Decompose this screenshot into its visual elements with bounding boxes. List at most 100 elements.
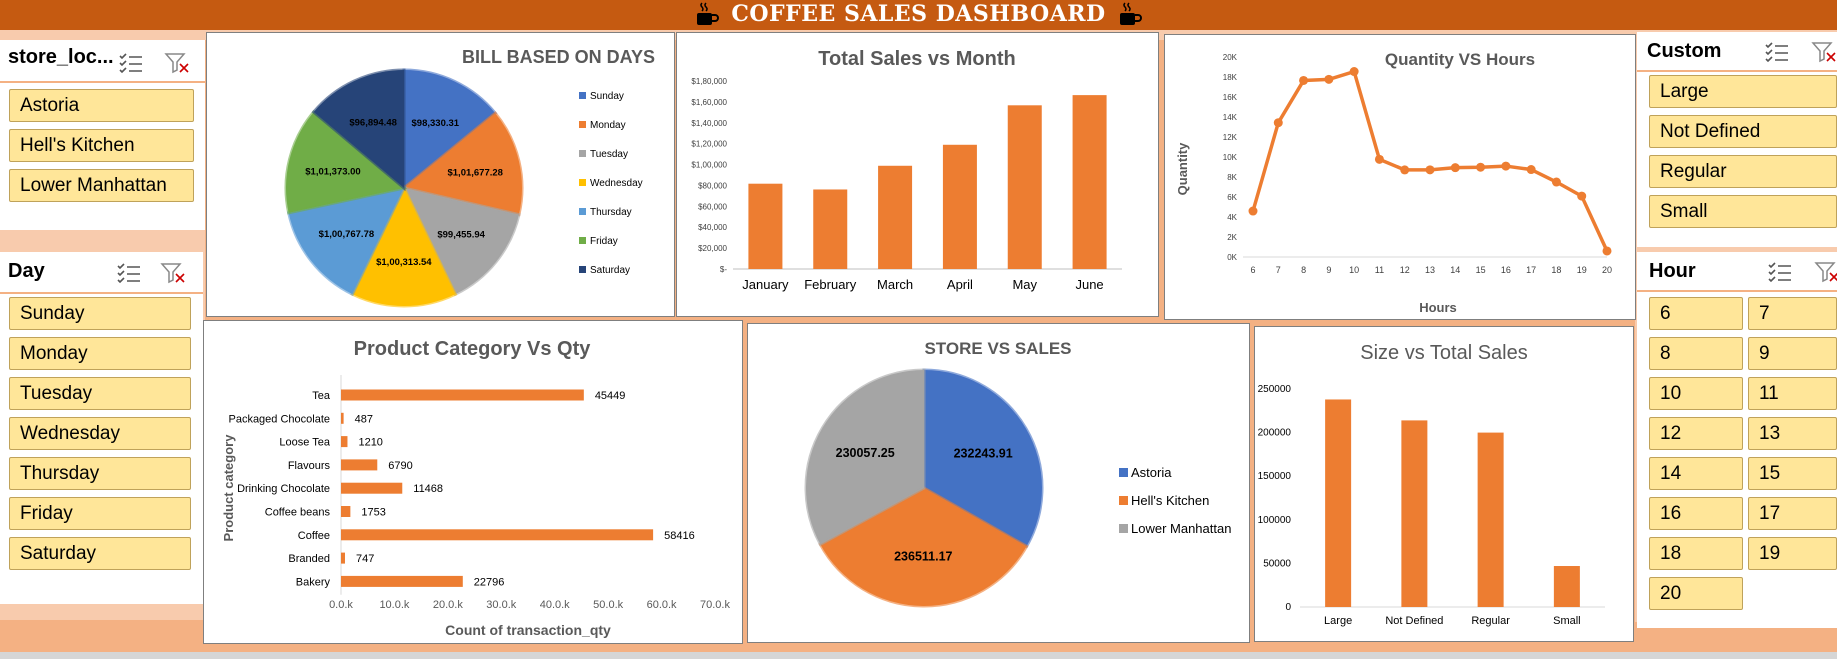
y-tick-label: $20,000: [698, 244, 727, 253]
x-tick-label: 15: [1476, 265, 1486, 275]
slicer-item-regular[interactable]: Regular: [1649, 155, 1837, 188]
bottom-strip: [0, 652, 1837, 659]
x-tick-label: 19: [1577, 265, 1587, 275]
slicer-item-sunday[interactable]: Sunday: [9, 297, 191, 330]
sales-month-chart-panel: Total Sales vs Month $- $20,000 $40,000 $60,…: [676, 32, 1159, 317]
x-tick-label: 8: [1301, 265, 1306, 275]
y-tick-label: 0: [1285, 602, 1291, 613]
y-tick-label: Branded: [288, 553, 330, 565]
slicer-item-large[interactable]: Large: [1649, 75, 1837, 108]
bar-april: [942, 144, 977, 269]
y-tick-label: 4K: [1227, 213, 1237, 222]
slicer-item-hour-8[interactable]: 8: [1649, 337, 1743, 370]
y-tick-label: $1,20,000: [691, 140, 727, 149]
slicer-item-small[interactable]: Small: [1649, 195, 1837, 228]
slicer-item-monday[interactable]: Monday: [9, 337, 191, 370]
slicer-item-hour-19[interactable]: 19: [1748, 537, 1837, 570]
slicer-item-wednesday[interactable]: Wednesday: [9, 417, 191, 450]
y-tick-label: Tea: [312, 390, 331, 402]
bar-large: [1325, 399, 1352, 607]
y-tick-label: Coffee: [298, 530, 330, 542]
x-tick-label: 14: [1450, 265, 1460, 275]
slicer-item-not-defined[interactable]: Not Defined: [1649, 115, 1837, 148]
x-tick-label: Regular: [1471, 615, 1510, 627]
y-tick-label: 200000: [1258, 428, 1292, 439]
data-point-hour-18: [1551, 177, 1561, 187]
slicer-title: store_loc...: [8, 46, 114, 68]
legend-swatch-monday: [579, 121, 586, 128]
slicer-item-thursday[interactable]: Thursday: [9, 457, 191, 490]
legend-label: Monday: [590, 120, 626, 131]
hour-slicer: Hour 6 7 8 9 10 11 12 13 14 15 16 17 18 …: [1637, 252, 1837, 628]
y-tick-label: 18K: [1223, 73, 1238, 82]
slicer-item-friday[interactable]: Friday: [9, 497, 191, 530]
bar-bakery: [341, 575, 463, 587]
bar-may: [1007, 105, 1042, 270]
x-tick-label: 7: [1276, 265, 1281, 275]
bar-drinking-chocolate: [341, 482, 403, 494]
slicer-item-hour-7[interactable]: 7: [1748, 297, 1837, 330]
multi-select-icon[interactable]: [1764, 41, 1790, 63]
legend-swatch-thursday: [579, 208, 586, 215]
bar-not-defined: [1401, 420, 1428, 607]
x-tick-label: 12: [1400, 265, 1410, 275]
slicer-item-lower-manhattan[interactable]: Lower Manhattan: [9, 169, 194, 202]
bar-branded: [341, 552, 345, 564]
data-label: 236511.17: [894, 549, 952, 563]
slicer-item-hells-kitchen[interactable]: Hell's Kitchen: [9, 129, 194, 162]
slicer-item-tuesday[interactable]: Tuesday: [9, 377, 191, 410]
legend-swatch-hell-s-kitchen: [1119, 496, 1128, 505]
category-qty-chart-panel: Product Category Vs Qty Tea 45449 Packaged …: [203, 320, 743, 644]
x-tick-label: Small: [1553, 615, 1581, 627]
legend-label: Astoria: [1131, 465, 1172, 480]
data-label: $1,00,767.78: [319, 229, 374, 240]
slicer-item-hour-15[interactable]: 15: [1748, 457, 1837, 490]
slicer-item-hour-9[interactable]: 9: [1748, 337, 1837, 370]
clear-filter-icon[interactable]: [164, 52, 190, 74]
slicer-item-hour-13[interactable]: 13: [1748, 417, 1837, 450]
slicer-item-hour-16[interactable]: 16: [1649, 497, 1743, 530]
slicer-item-hour-18[interactable]: 18: [1649, 537, 1743, 570]
category-qty-bar-chart: Product Category Vs Qty Tea 45449 Packaged …: [221, 338, 730, 638]
y-tick-label: 100000: [1258, 515, 1292, 526]
clear-filter-icon[interactable]: [160, 262, 186, 284]
data-point-hour-17: [1526, 165, 1536, 175]
data-label: 1210: [358, 437, 382, 449]
slicer-item-hour-11[interactable]: 11: [1748, 377, 1837, 410]
multi-select-icon[interactable]: [116, 262, 142, 284]
bill-days-pie-chart: BILL BASED ON DAYS $98,330.31 $1,01,677.28…: [284, 47, 655, 308]
chart-title: Size vs Total Sales: [1360, 342, 1528, 364]
x-tick-label: 11: [1375, 265, 1384, 275]
legend-swatch-astoria: [1119, 468, 1128, 477]
chart-title: Total Sales vs Month: [818, 48, 1015, 70]
slicer-item-astoria[interactable]: Astoria: [9, 89, 194, 122]
data-label: 45449: [595, 390, 626, 402]
x-tick-label: 17: [1526, 265, 1536, 275]
slicer-item-hour-10[interactable]: 10: [1649, 377, 1743, 410]
x-tick-label: 20: [1602, 265, 1612, 275]
clear-filter-icon[interactable]: [1814, 261, 1837, 283]
multi-select-icon[interactable]: [1767, 261, 1793, 283]
slicer-item-hour-14[interactable]: 14: [1649, 457, 1743, 490]
x-tick-label: 60.0.k: [647, 599, 677, 611]
y-tick-label: Bakery: [296, 576, 331, 588]
bar-tea: [341, 389, 584, 401]
y-axis-title: Product category: [221, 434, 236, 542]
slicer-item-hour-6[interactable]: 6: [1649, 297, 1743, 330]
y-tick-label: $60,000: [698, 202, 727, 211]
y-tick-label: 50000: [1263, 558, 1291, 569]
x-axis-title: Count of transaction_qty: [445, 622, 611, 638]
bar-june: [1072, 95, 1107, 269]
legend-swatch-lower-manhattan: [1119, 524, 1128, 533]
slicer-item-saturday[interactable]: Saturday: [9, 537, 191, 570]
slicer-item-hour-17[interactable]: 17: [1748, 497, 1837, 530]
clear-filter-icon[interactable]: [1811, 41, 1837, 63]
slicer-item-hour-20[interactable]: 20: [1649, 577, 1743, 610]
x-tick-label: 10.0.k: [379, 599, 409, 611]
legend-label: Lower Manhattan: [1131, 521, 1231, 536]
slicer-item-hour-12[interactable]: 12: [1649, 417, 1743, 450]
multi-select-icon[interactable]: [118, 52, 144, 74]
x-tick-label: 50.0.k: [593, 599, 623, 611]
data-point-hour-11: [1374, 154, 1384, 164]
slicer-title: Custom: [1647, 40, 1722, 62]
